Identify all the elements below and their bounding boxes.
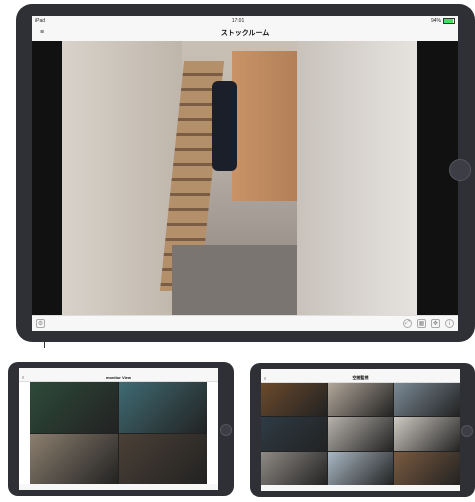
grid-layout-icon[interactable]: ▦ — [417, 319, 426, 328]
bottom-toolbar — [261, 485, 460, 491]
tablet-quad-view: ≡ monitor View — [8, 362, 234, 496]
nine-screen: ≡ 空間監視 — [261, 369, 460, 491]
home-button[interactable] — [449, 159, 471, 181]
camera-video-view[interactable] — [32, 41, 458, 315]
status-bar: iPad 17:01 94% — [32, 16, 458, 25]
camera-tile[interactable] — [394, 451, 460, 485]
bottom-toolbar: ⚙ ⤢ ▦ ✥ i — [32, 315, 458, 331]
camera-tile[interactable] — [119, 382, 207, 433]
page-title: ストックルーム — [220, 30, 270, 37]
bottom-toolbar — [19, 484, 218, 490]
camera-tile[interactable] — [119, 433, 207, 484]
toolbar-right-group: ⤢ ▦ ✥ i — [403, 319, 454, 328]
scene-coat — [212, 81, 237, 171]
camera-tile[interactable] — [327, 451, 394, 485]
battery-icon — [442, 17, 455, 24]
main-screen: iPad 17:01 94% ≡ ストックルーム ⚙ ⤢ ▦ ✥ i — [32, 16, 458, 331]
clock: 17:01 — [231, 17, 245, 24]
nav-bar: ≡ ストックルーム — [32, 25, 458, 42]
menu-icon[interactable]: ≡ — [22, 374, 29, 381]
scene-floor — [172, 245, 312, 315]
menu-icon[interactable]: ≡ — [40, 29, 47, 36]
device-label: iPad — [35, 17, 46, 24]
nav-bar: ≡ monitor View — [19, 373, 218, 382]
scene-wall-right — [297, 41, 417, 315]
battery-percent: 94% — [430, 17, 441, 24]
nav-bar: ≡ 空間監視 — [261, 374, 460, 383]
camera-grid-4 — [30, 382, 207, 484]
page-title: monitor View — [105, 374, 132, 380]
camera-tile[interactable] — [261, 417, 327, 451]
quad-screen: ≡ monitor View — [19, 368, 218, 490]
home-button[interactable] — [220, 424, 232, 436]
camera-tile[interactable] — [261, 451, 327, 485]
camera-frame — [62, 41, 417, 315]
camera-grid-9 — [261, 383, 460, 485]
menu-icon[interactable]: ≡ — [264, 375, 271, 382]
camera-tile[interactable] — [30, 433, 118, 484]
info-icon[interactable]: i — [445, 319, 454, 328]
camera-tile[interactable] — [261, 383, 327, 417]
tablet-main: iPad 17:01 94% ≡ ストックルーム ⚙ ⤢ ▦ ✥ i — [16, 4, 475, 342]
ptz-control-icon[interactable]: ✥ — [431, 319, 440, 328]
camera-tile[interactable] — [394, 383, 460, 417]
divider-mark — [44, 340, 45, 348]
camera-tile[interactable] — [394, 417, 460, 451]
camera-settings-icon[interactable]: ⚙ — [36, 319, 45, 328]
tablet-nine-view: ≡ 空間監視 — [250, 363, 475, 497]
fullscreen-icon[interactable]: ⤢ — [403, 319, 412, 328]
page-title: 空間監視 — [352, 375, 369, 380]
camera-tile[interactable] — [327, 417, 394, 451]
camera-tile[interactable] — [30, 382, 118, 433]
camera-tile[interactable] — [327, 383, 394, 417]
home-button[interactable] — [461, 425, 473, 437]
battery-indicator: 94% — [430, 17, 455, 24]
